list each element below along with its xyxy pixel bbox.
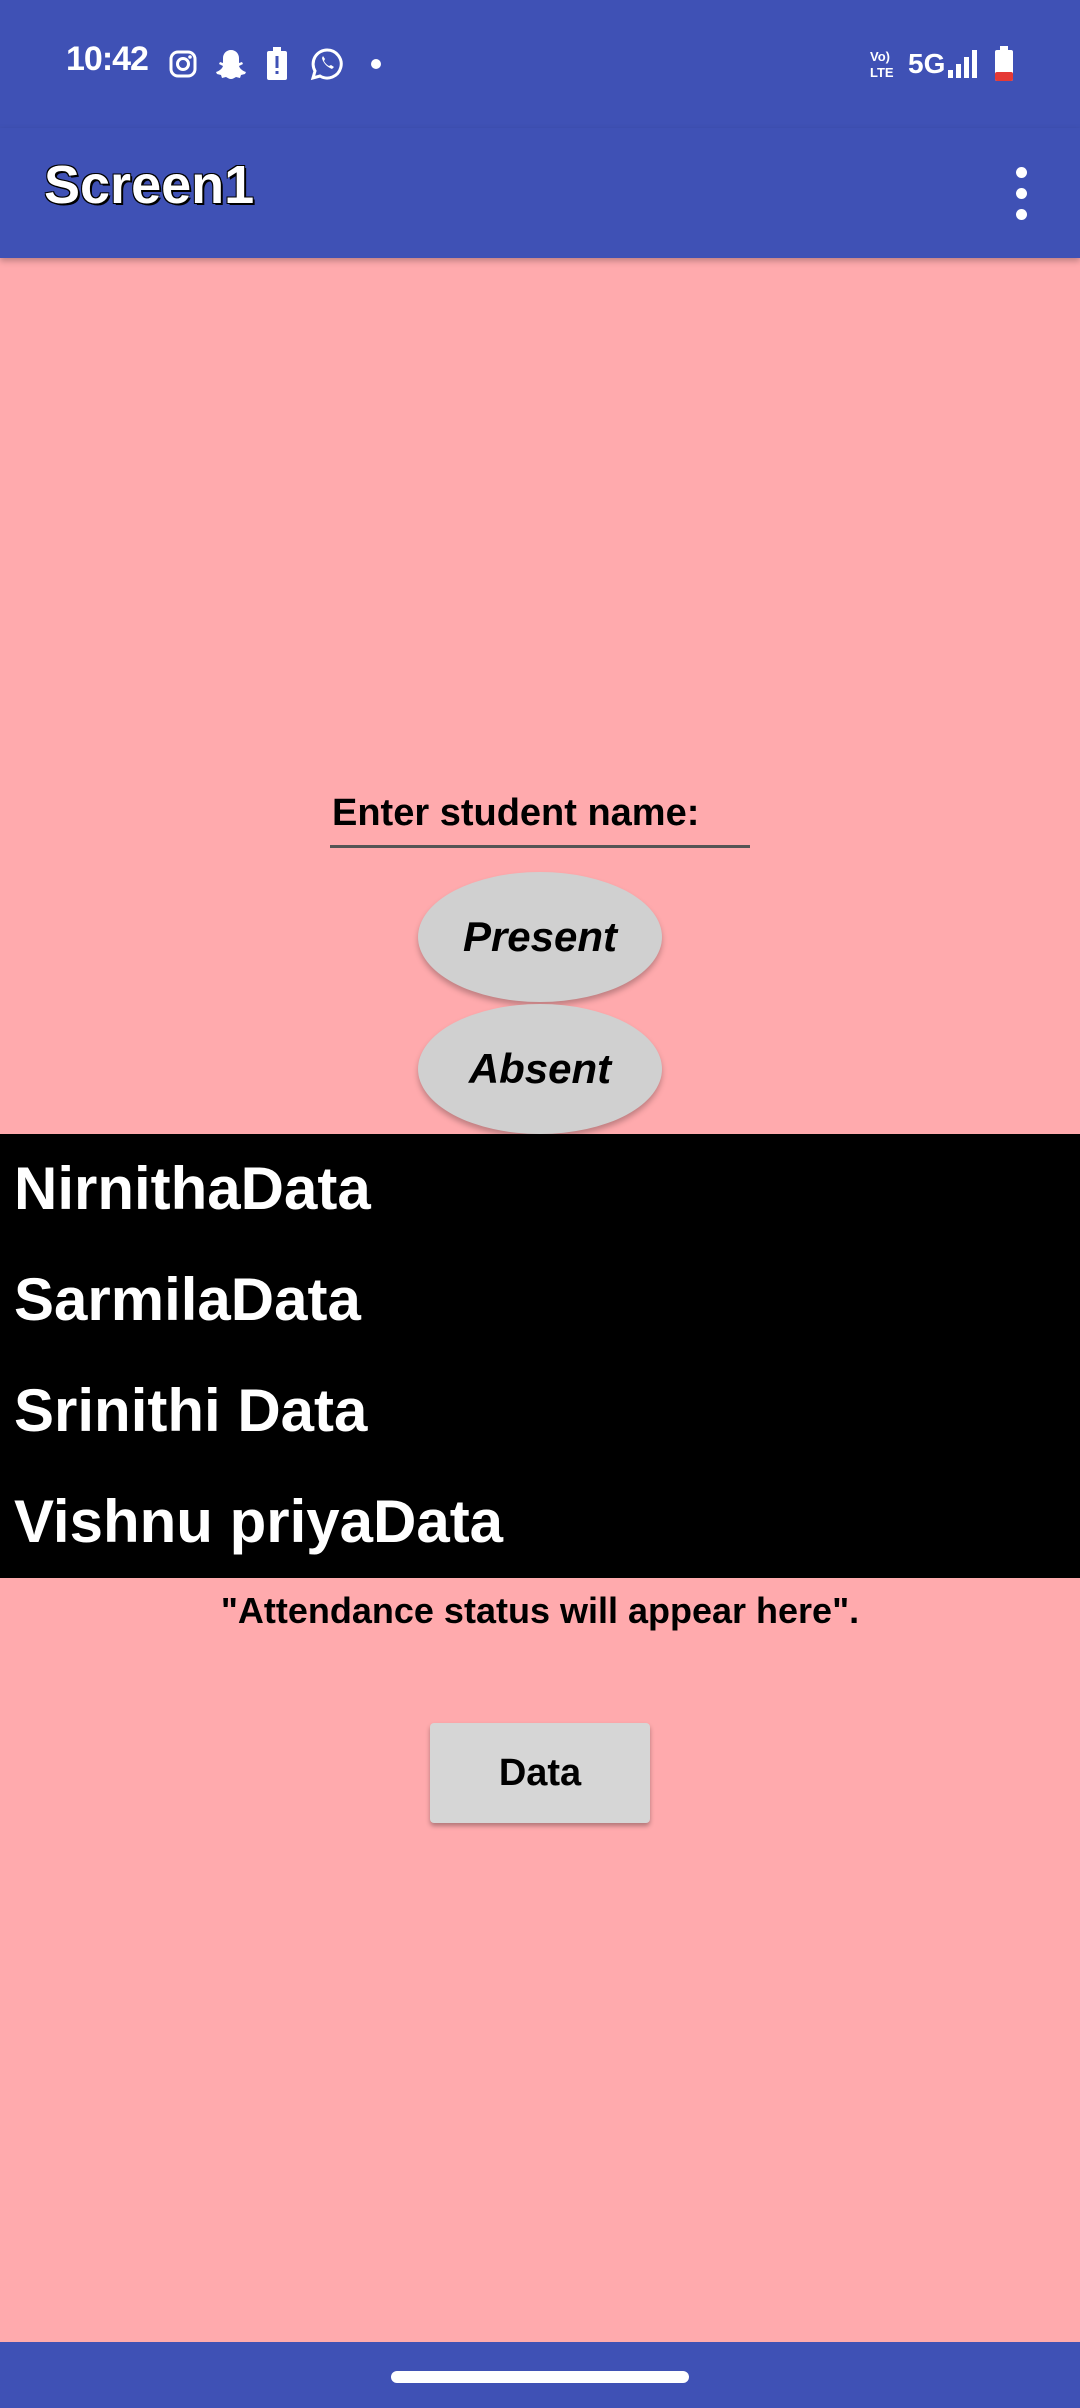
svg-text:LTE: LTE xyxy=(870,65,894,80)
battery-alert-icon xyxy=(266,46,288,82)
instagram-icon xyxy=(168,46,198,82)
student-name-input[interactable]: Enter student name: xyxy=(330,786,750,848)
snapchat-icon xyxy=(214,46,248,82)
status-bar: 10:42 Vo) LTE 5G xyxy=(0,0,1080,128)
absent-button[interactable]: Absent xyxy=(418,1004,662,1134)
notification-dot-icon xyxy=(370,46,382,82)
attendance-status-text: "Attendance status will appear here". xyxy=(220,1590,860,1631)
student-data-list: NirnithaData SarmilaData Srinithi Data V… xyxy=(0,1134,1080,1578)
signal-icon xyxy=(946,46,980,82)
present-button[interactable]: Present xyxy=(418,872,662,1002)
more-vert-icon[interactable] xyxy=(986,150,1056,236)
whatsapp-icon xyxy=(310,46,344,82)
list-item[interactable]: Vishnu priyaData xyxy=(14,1487,503,1556)
battery-icon xyxy=(994,46,1014,82)
app-title: Screen1 xyxy=(44,155,255,215)
network-type-label: 5G xyxy=(908,48,946,79)
home-gesture-handle[interactable] xyxy=(391,2371,689,2383)
svg-text:Vo): Vo) xyxy=(870,49,890,64)
list-item[interactable]: NirnithaData xyxy=(14,1154,371,1223)
list-item[interactable]: SarmilaData xyxy=(14,1265,361,1334)
app-bar: Screen1 xyxy=(0,128,1080,258)
volte-icon: Vo) LTE xyxy=(868,46,902,82)
data-button[interactable]: Data xyxy=(430,1723,650,1823)
status-time: 10:42 xyxy=(66,40,149,78)
list-item[interactable]: Srinithi Data xyxy=(14,1376,367,1445)
navigation-bar xyxy=(0,2342,1080,2408)
